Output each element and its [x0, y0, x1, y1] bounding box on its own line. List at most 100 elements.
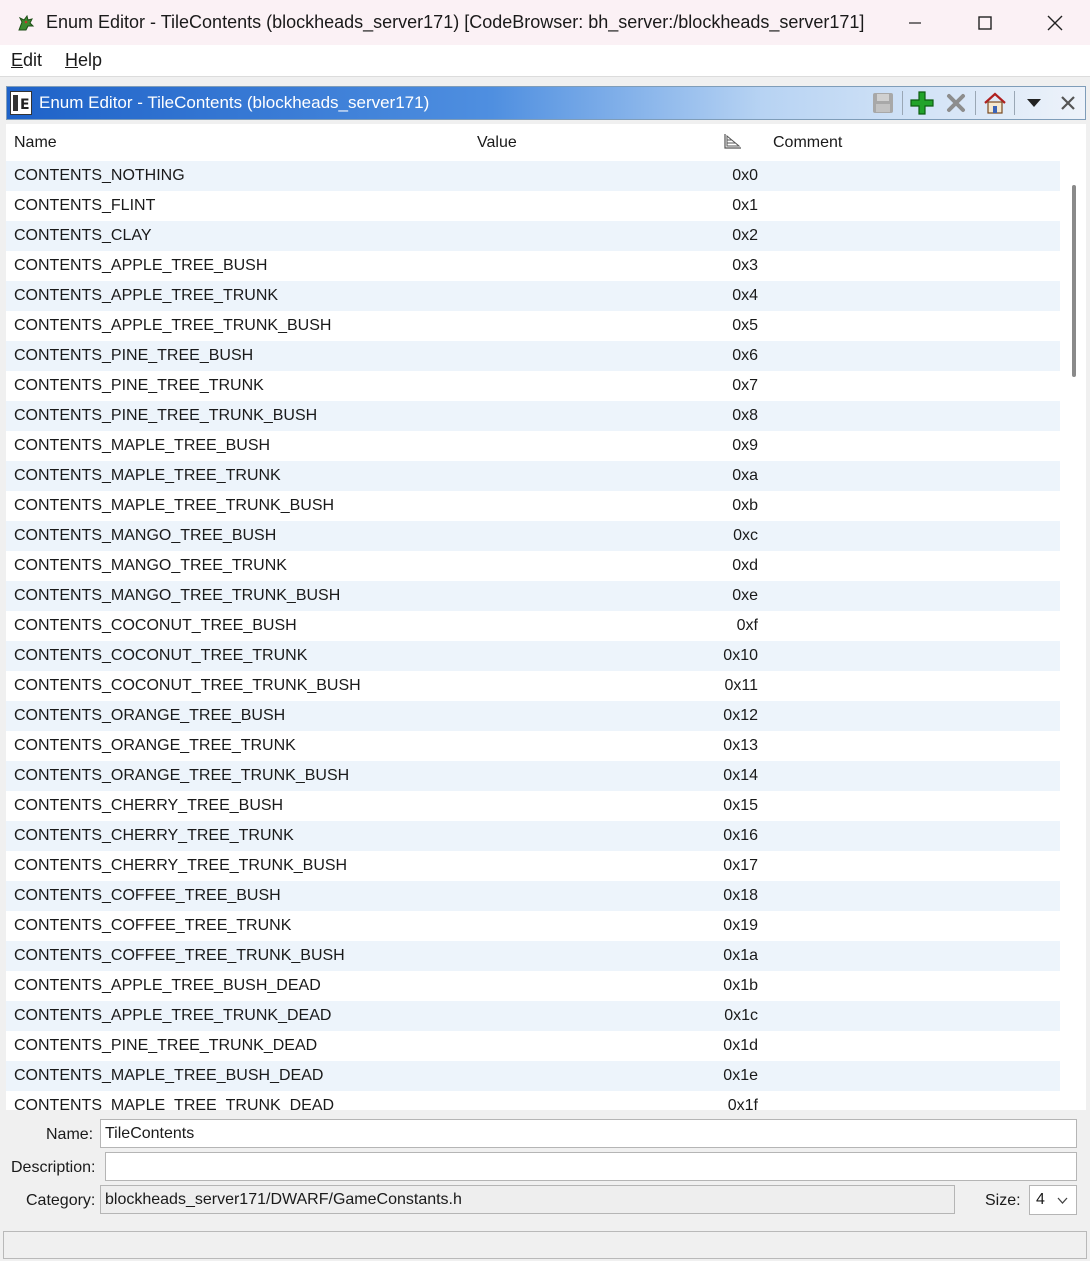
description-field[interactable] [105, 1152, 1077, 1181]
table-row[interactable]: CONTENTS_CLAY 0x2 [6, 221, 1060, 251]
cell-name[interactable]: CONTENTS_MANGO_TREE_TRUNK [14, 557, 287, 575]
cell-value[interactable]: 0xc [733, 527, 758, 545]
cell-value[interactable]: 0xd [732, 557, 758, 575]
cell-name[interactable]: CONTENTS_CHERRY_TREE_TRUNK [14, 827, 294, 845]
cell-name[interactable]: CONTENTS_CHERRY_TREE_BUSH [14, 797, 283, 815]
column-header-name[interactable]: Name [14, 134, 57, 152]
cell-value[interactable]: 0x1b [723, 977, 758, 995]
table-row[interactable]: CONTENTS_COCONUT_TREE_BUSH 0xf [6, 611, 1060, 641]
table-row[interactable]: CONTENTS_CHERRY_TREE_TRUNK 0x16 [6, 821, 1060, 851]
close-window-button[interactable] [1020, 0, 1090, 45]
cell-value[interactable]: 0x4 [732, 287, 758, 305]
table-row[interactable]: CONTENTS_COCONUT_TREE_TRUNK 0x10 [6, 641, 1060, 671]
cell-name[interactable]: CONTENTS_APPLE_TREE_TRUNK_BUSH [14, 317, 331, 335]
scrollbar-thumb[interactable] [1072, 185, 1076, 377]
save-button[interactable] [866, 88, 900, 118]
table-row[interactable]: CONTENTS_CHERRY_TREE_TRUNK_BUSH 0x17 [6, 851, 1060, 881]
cell-name[interactable]: CONTENTS_COCONUT_TREE_TRUNK [14, 647, 307, 665]
cell-name[interactable]: CONTENTS_NOTHING [14, 167, 185, 185]
cell-value[interactable]: 0x19 [723, 917, 758, 935]
cell-value[interactable]: 0x10 [723, 647, 758, 665]
cell-value[interactable]: 0x15 [723, 797, 758, 815]
table-row[interactable]: CONTENTS_MAPLE_TREE_TRUNK 0xa [6, 461, 1060, 491]
cell-name[interactable]: CONTENTS_APPLE_TREE_TRUNK [14, 287, 278, 305]
cell-name[interactable]: CONTENTS_PINE_TREE_TRUNK_BUSH [14, 407, 317, 425]
cell-name[interactable]: CONTENTS_PINE_TREE_TRUNK [14, 377, 264, 395]
table-row[interactable]: CONTENTS_APPLE_TREE_TRUNK_BUSH 0x5 [6, 311, 1060, 341]
add-button[interactable] [905, 88, 939, 118]
cell-value[interactable]: 0x12 [723, 707, 758, 725]
cell-value[interactable]: 0x8 [732, 407, 758, 425]
table-row[interactable]: CONTENTS_CHERRY_TREE_BUSH 0x15 [6, 791, 1060, 821]
table-row[interactable]: CONTENTS_PINE_TREE_TRUNK 0x7 [6, 371, 1060, 401]
panel-menu-button[interactable] [1017, 88, 1051, 118]
column-header-comment[interactable]: Comment [773, 134, 842, 152]
table-row[interactable]: CONTENTS_MAPLE_TREE_TRUNK_BUSH 0xb [6, 491, 1060, 521]
cell-value[interactable]: 0x9 [732, 437, 758, 455]
table-row[interactable]: CONTENTS_COFFEE_TREE_TRUNK_BUSH 0x1a [6, 941, 1060, 971]
cell-name[interactable]: CONTENTS_APPLE_TREE_BUSH_DEAD [14, 977, 321, 995]
name-field[interactable]: TileContents [100, 1119, 1077, 1148]
cell-name[interactable]: CONTENTS_CLAY [14, 227, 152, 245]
cell-name[interactable]: CONTENTS_MANGO_TREE_BUSH [14, 527, 276, 545]
table-row[interactable]: CONTENTS_MANGO_TREE_TRUNK_BUSH 0xe [6, 581, 1060, 611]
cell-name[interactable]: CONTENTS_PINE_TREE_TRUNK_DEAD [14, 1037, 317, 1055]
cell-name[interactable]: CONTENTS_ORANGE_TREE_TRUNK_BUSH [14, 767, 349, 785]
cell-value[interactable]: 0x14 [723, 767, 758, 785]
cell-name[interactable]: CONTENTS_CHERRY_TREE_TRUNK_BUSH [14, 857, 347, 875]
cell-value[interactable]: 0x3 [732, 257, 758, 275]
cell-name[interactable]: CONTENTS_MANGO_TREE_TRUNK_BUSH [14, 587, 340, 605]
table-row[interactable]: CONTENTS_APPLE_TREE_TRUNK 0x4 [6, 281, 1060, 311]
cell-value[interactable]: 0x1f [728, 1097, 758, 1110]
table-row[interactable]: CONTENTS_APPLE_TREE_BUSH_DEAD 0x1b [6, 971, 1060, 1001]
cell-name[interactable]: CONTENTS_MAPLE_TREE_TRUNK_DEAD [14, 1097, 334, 1110]
table-row[interactable]: CONTENTS_COFFEE_TREE_BUSH 0x18 [6, 881, 1060, 911]
table-row[interactable]: CONTENTS_ORANGE_TREE_TRUNK 0x13 [6, 731, 1060, 761]
cell-name[interactable]: CONTENTS_COCONUT_TREE_BUSH [14, 617, 297, 635]
cell-name[interactable]: CONTENTS_APPLE_TREE_BUSH [14, 257, 267, 275]
cell-value[interactable]: 0x17 [723, 857, 758, 875]
cell-value[interactable]: 0xb [732, 497, 758, 515]
table-row[interactable]: CONTENTS_NOTHING 0x0 [6, 161, 1060, 191]
cell-name[interactable]: CONTENTS_ORANGE_TREE_BUSH [14, 707, 285, 725]
cell-value[interactable]: 0xf [737, 617, 758, 635]
table-row[interactable]: CONTENTS_PINE_TREE_TRUNK_DEAD 0x1d [6, 1031, 1060, 1061]
cell-value[interactable]: 0x11 [724, 677, 758, 695]
cell-name[interactable]: CONTENTS_MAPLE_TREE_BUSH_DEAD [14, 1067, 323, 1085]
table-row[interactable]: CONTENTS_MAPLE_TREE_BUSH_DEAD 0x1e [6, 1061, 1060, 1091]
cell-name[interactable]: CONTENTS_APPLE_TREE_TRUNK_DEAD [14, 1007, 331, 1025]
cell-value[interactable]: 0xe [732, 587, 758, 605]
cell-value[interactable]: 0x5 [732, 317, 758, 335]
cell-value[interactable]: 0x18 [723, 887, 758, 905]
table-row[interactable]: CONTENTS_ORANGE_TREE_TRUNK_BUSH 0x14 [6, 761, 1060, 791]
cell-name[interactable]: CONTENTS_MAPLE_TREE_TRUNK_BUSH [14, 497, 334, 515]
cell-name[interactable]: CONTENTS_COFFEE_TREE_TRUNK_BUSH [14, 947, 345, 965]
vertical-scrollbar[interactable] [1067, 161, 1086, 1110]
panel-close-button[interactable] [1051, 88, 1085, 118]
cell-value[interactable]: 0x6 [732, 347, 758, 365]
cell-value[interactable]: 0x2 [732, 227, 758, 245]
cell-name[interactable]: CONTENTS_COFFEE_TREE_TRUNK [14, 917, 291, 935]
table-row[interactable]: CONTENTS_ORANGE_TREE_BUSH 0x12 [6, 701, 1060, 731]
table-row[interactable]: CONTENTS_COFFEE_TREE_TRUNK 0x19 [6, 911, 1060, 941]
cell-value[interactable]: 0x13 [723, 737, 758, 755]
cell-name[interactable]: CONTENTS_MAPLE_TREE_TRUNK [14, 467, 281, 485]
cell-name[interactable]: CONTENTS_ORANGE_TREE_TRUNK [14, 737, 296, 755]
cell-value[interactable]: 0x1d [723, 1037, 758, 1055]
cell-name[interactable]: CONTENTS_COFFEE_TREE_BUSH [14, 887, 281, 905]
sort-icon[interactable] [724, 133, 742, 154]
table-row[interactable]: CONTENTS_FLINT 0x1 [6, 191, 1060, 221]
table-row[interactable]: CONTENTS_MAPLE_TREE_TRUNK_DEAD 0x1f [6, 1091, 1060, 1110]
table-row[interactable]: CONTENTS_PINE_TREE_TRUNK_BUSH 0x8 [6, 401, 1060, 431]
cell-value[interactable]: 0x1a [723, 947, 758, 965]
table-row[interactable]: CONTENTS_MANGO_TREE_TRUNK 0xd [6, 551, 1060, 581]
home-button[interactable] [978, 88, 1012, 118]
table-row[interactable]: CONTENTS_APPLE_TREE_TRUNK_DEAD 0x1c [6, 1001, 1060, 1031]
table-row[interactable]: CONTENTS_APPLE_TREE_BUSH 0x3 [6, 251, 1060, 281]
delete-button[interactable] [939, 88, 973, 118]
maximize-button[interactable] [950, 0, 1020, 45]
cell-value[interactable]: 0x1 [732, 197, 758, 215]
size-select[interactable]: 4 [1029, 1185, 1077, 1215]
cell-value[interactable]: 0x0 [732, 167, 758, 185]
column-header-value[interactable]: Value [477, 134, 517, 152]
